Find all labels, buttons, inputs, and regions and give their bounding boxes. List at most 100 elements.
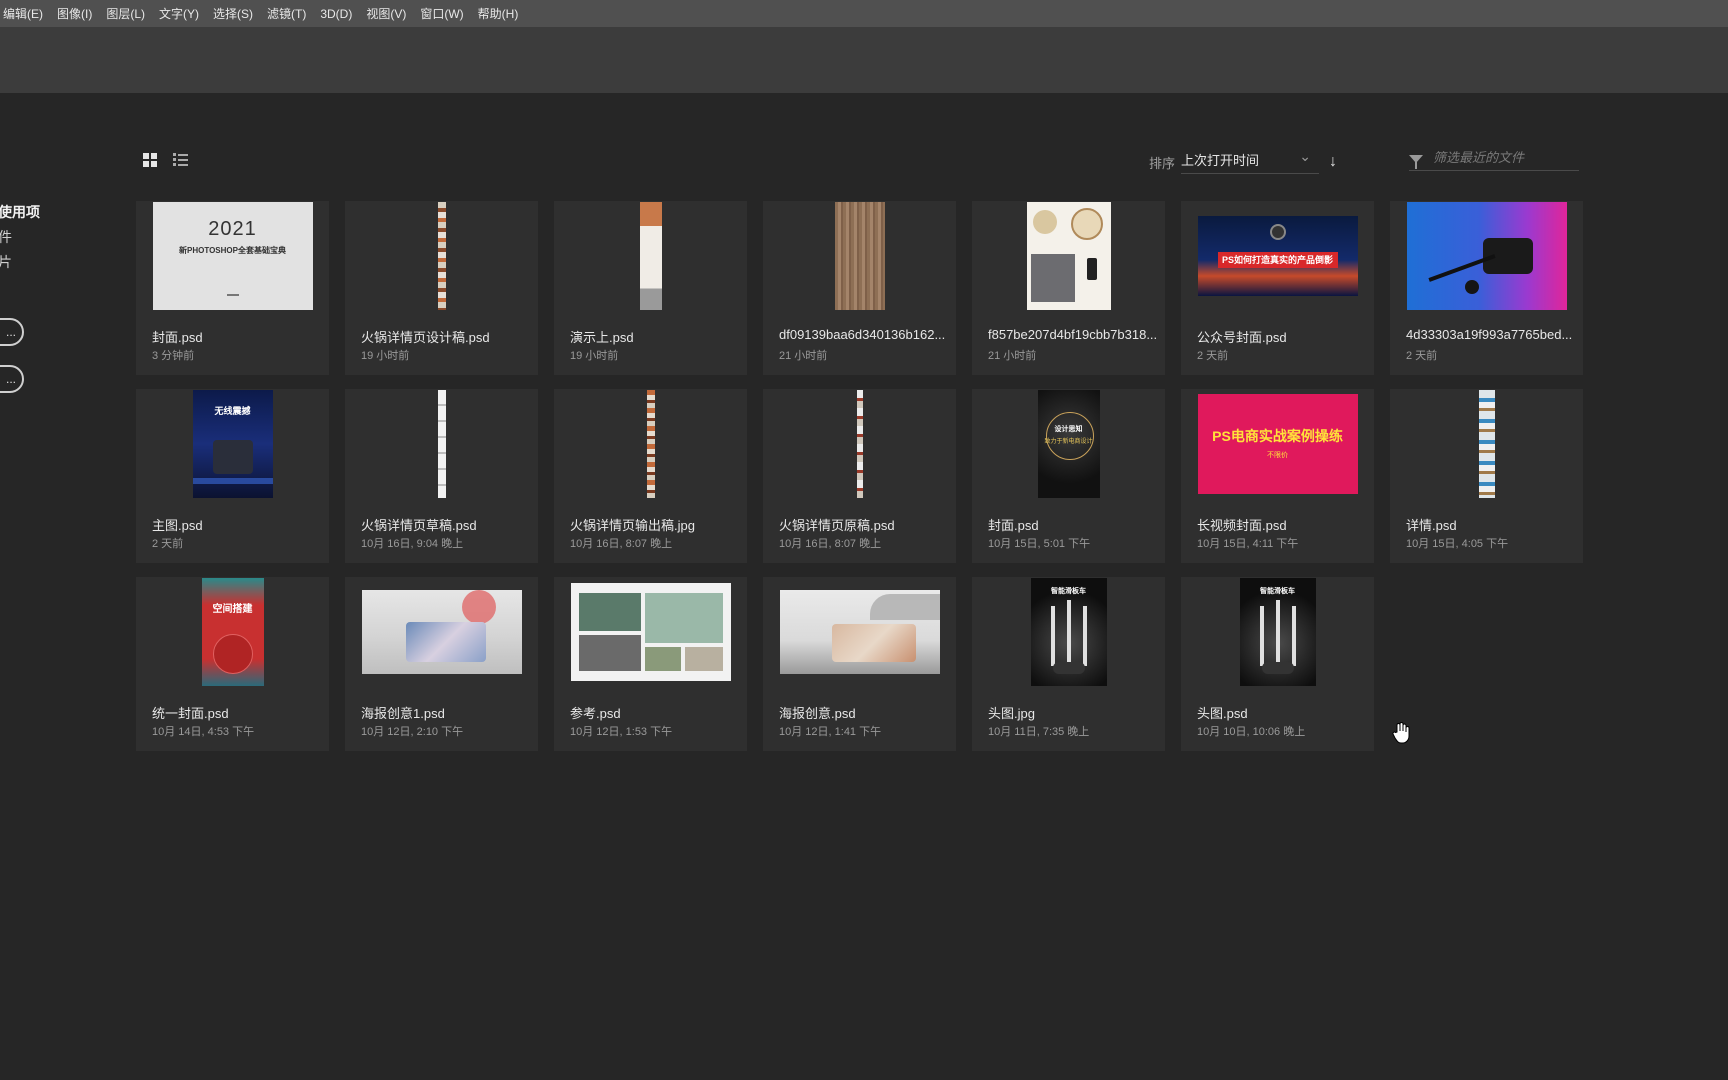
- file-thumbnail: 2021 新PHOTOSHOP全套基础宝典: [136, 201, 329, 311]
- menu-help[interactable]: 帮助(H): [471, 5, 526, 22]
- file-time: 10月 14日, 4:53 下午: [152, 726, 255, 738]
- file-time: 2 天前: [1197, 350, 1229, 362]
- left-button-open[interactable]: ...: [0, 365, 24, 393]
- thumb-text: 新PHOTOSHOP全套基础宝典: [179, 246, 286, 255]
- file-thumbnail: PS如何打造真实的产品倒影: [1181, 201, 1374, 311]
- thumb-text: 智能滑板车: [1260, 588, 1295, 595]
- file-card[interactable]: 详情.psd 10月 15日, 4:05 下午: [1390, 389, 1583, 563]
- file-thumbnail: 空间搭建: [136, 577, 329, 687]
- file-thumbnail: 智能滑板车: [972, 577, 1165, 687]
- file-thumbnail: [345, 577, 538, 687]
- filter-icon: [1409, 154, 1423, 169]
- file-card[interactable]: PS电商实战案例操练 不限价 长视频封面.psd 10月 15日, 4:11 下…: [1181, 389, 1374, 563]
- file-time: 3 分钟前: [152, 350, 195, 362]
- menu-image[interactable]: 图像(I): [50, 5, 99, 22]
- file-thumbnail: [1390, 201, 1583, 311]
- thumb-text: PS如何打造真实的产品倒影: [1217, 252, 1338, 268]
- thumb-text: 不限价: [1267, 452, 1288, 459]
- file-time: 10月 16日, 8:07 晚上: [570, 538, 673, 550]
- file-card[interactable]: 火锅详情页草稿.psd 10月 16日, 9:04 晚上: [345, 389, 538, 563]
- file-card[interactable]: df09139baa6d340136b162... 21 小时前: [763, 201, 956, 375]
- file-card[interactable]: 火锅详情页输出稿.jpg 10月 16日, 8:07 晚上: [554, 389, 747, 563]
- file-thumbnail: [554, 577, 747, 687]
- file-card[interactable]: 空间搭建 统一封面.psd 10月 14日, 4:53 下午: [136, 577, 329, 751]
- file-name: 封面.psd: [988, 518, 1039, 533]
- file-thumbnail: 无线震撼: [136, 389, 329, 499]
- file-card[interactable]: 智能滑板车 头图.jpg 10月 11日, 7:35 晚上: [972, 577, 1165, 751]
- menu-edit[interactable]: 编辑(E): [0, 5, 50, 22]
- file-thumbnail: [554, 389, 747, 499]
- sort-label: 排序: [1149, 155, 1176, 171]
- thumb-text: 设计思知: [1054, 426, 1083, 433]
- menu-filter[interactable]: 滤镜(T): [260, 5, 313, 22]
- file-thumbnail: [763, 389, 956, 499]
- file-name: 头图.psd: [1197, 706, 1248, 721]
- file-time: 19 小时前: [570, 350, 619, 362]
- file-time: 21 小时前: [988, 350, 1037, 362]
- file-time: 10月 16日, 9:04 晚上: [361, 538, 464, 550]
- file-thumbnail: [345, 201, 538, 311]
- file-time: 10月 12日, 1:53 下午: [570, 726, 673, 738]
- menu-window[interactable]: 窗口(W): [413, 5, 470, 22]
- thumb-text: 致力于新电商设计: [1044, 439, 1093, 445]
- file-name: 主图.psd: [152, 518, 203, 533]
- arrow-down-icon[interactable]: ↓: [1329, 153, 1337, 171]
- file-card[interactable]: 设计思知 致力于新电商设计 封面.psd 10月 15日, 5:01 下午: [972, 389, 1165, 563]
- file-time: 10月 12日, 1:41 下午: [779, 726, 882, 738]
- menu-3d[interactable]: 3D(D): [313, 7, 359, 21]
- file-thumbnail: [345, 389, 538, 499]
- file-card[interactable]: 海报创意1.psd 10月 12日, 2:10 下午: [345, 577, 538, 751]
- nav-images[interactable]: 片: [0, 250, 40, 275]
- file-card[interactable]: 无线震撼 主图.psd 2 天前: [136, 389, 329, 563]
- file-time: 10月 15日, 5:01 下午: [988, 538, 1091, 550]
- file-time: 21 小时前: [779, 350, 828, 362]
- filter-box: [1409, 150, 1579, 171]
- file-time: 2 天前: [152, 538, 184, 550]
- chevron-down-icon[interactable]: ⌄: [1299, 148, 1311, 165]
- file-name: 长视频封面.psd: [1197, 518, 1287, 533]
- file-card[interactable]: 参考.psd 10月 12日, 1:53 下午: [554, 577, 747, 751]
- file-time: 10月 11日, 7:35 晚上: [988, 726, 1090, 738]
- file-card[interactable]: f857be207d4bf19cbb7b318... 21 小时前: [972, 201, 1165, 375]
- file-thumbnail: 设计思知 致力于新电商设计: [972, 389, 1165, 499]
- left-button-new[interactable]: ...: [0, 318, 24, 346]
- file-card[interactable]: 4d33303a19f993a7765bed... 2 天前: [1390, 201, 1583, 375]
- file-card[interactable]: PS如何打造真实的产品倒影 公众号封面.psd 2 天前: [1181, 201, 1374, 375]
- nav-recent[interactable]: 使用项: [0, 200, 40, 225]
- file-name: 海报创意.psd: [779, 706, 856, 721]
- view-toggle: [143, 153, 188, 167]
- sort-value: 上次打开时间: [1181, 153, 1260, 168]
- hand-cursor-icon: [1392, 722, 1410, 749]
- file-card[interactable]: 火锅详情页原稿.psd 10月 16日, 8:07 晚上: [763, 389, 956, 563]
- file-time: 10月 15日, 4:05 下午: [1406, 538, 1509, 550]
- file-name: f857be207d4bf19cbb7b318...: [988, 327, 1158, 342]
- file-name: 参考.psd: [570, 706, 621, 721]
- file-time: 10月 16日, 8:07 晚上: [779, 538, 882, 550]
- sort-select[interactable]: 上次打开时间 ⌄: [1181, 148, 1320, 174]
- nav-files[interactable]: 件: [0, 225, 40, 250]
- recent-files-grid: 2021 新PHOTOSHOP全套基础宝典 封面.psd 3 分钟前 火锅详情页…: [136, 201, 1583, 751]
- file-name: 公众号封面.psd: [1197, 330, 1287, 345]
- file-thumbnail: PS电商实战案例操练 不限价: [1181, 389, 1374, 499]
- file-name: 头图.jpg: [988, 706, 1035, 721]
- file-thumbnail: [972, 201, 1165, 311]
- sort-control: 排序 上次打开时间 ⌄ ↓: [1149, 148, 1337, 174]
- menu-bar: 编辑(E) 图像(I) 图层(L) 文字(Y) 选择(S) 滤镜(T) 3D(D…: [0, 0, 1728, 27]
- file-time: 19 小时前: [361, 350, 410, 362]
- menu-layer[interactable]: 图层(L): [99, 5, 152, 22]
- file-card[interactable]: 演示上.psd 19 小时前: [554, 201, 747, 375]
- file-card[interactable]: 2021 新PHOTOSHOP全套基础宝典 封面.psd 3 分钟前: [136, 201, 329, 375]
- file-card[interactable]: 海报创意.psd 10月 12日, 1:41 下午: [763, 577, 956, 751]
- file-name: 火锅详情页设计稿.psd: [361, 330, 490, 345]
- filter-input[interactable]: [1433, 150, 1573, 165]
- file-name: 4d33303a19f993a7765bed...: [1406, 327, 1573, 342]
- menu-select[interactable]: 选择(S): [206, 5, 260, 22]
- list-view-icon[interactable]: [173, 153, 188, 166]
- grid-view-icon[interactable]: [143, 153, 157, 167]
- file-card[interactable]: 智能滑板车 头图.psd 10月 10日, 10:06 晚上: [1181, 577, 1374, 751]
- menu-view[interactable]: 视图(V): [359, 5, 413, 22]
- file-card[interactable]: 火锅详情页设计稿.psd 19 小时前: [345, 201, 538, 375]
- menu-type[interactable]: 文字(Y): [152, 5, 206, 22]
- file-name: df09139baa6d340136b162...: [779, 327, 946, 342]
- file-name: 统一封面.psd: [152, 706, 229, 721]
